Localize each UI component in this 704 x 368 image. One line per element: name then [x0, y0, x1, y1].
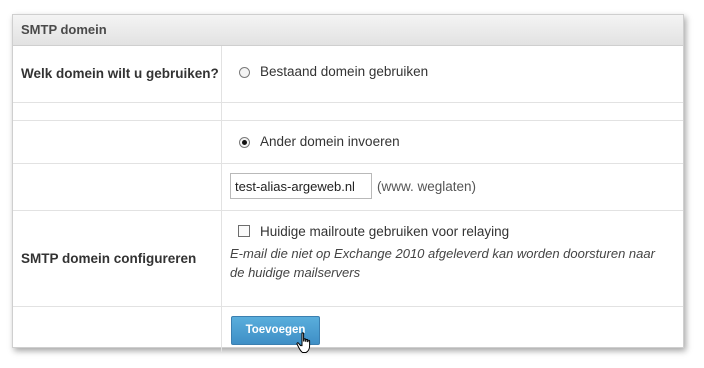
- hand-pointer-icon: [296, 332, 311, 353]
- domain-input-empty-label: [13, 164, 222, 210]
- existing-domain-label[interactable]: Bestaand domein gebruiken: [260, 64, 428, 79]
- existing-domain-radio[interactable]: [239, 67, 250, 78]
- domain-question-row: Welk domein wilt u gebruiken? Bestaand d…: [13, 46, 683, 103]
- other-domain-radio[interactable]: [239, 137, 250, 148]
- spacer-value: [230, 103, 677, 120]
- domain-input[interactable]: [230, 173, 372, 199]
- smtp-config-cell: Huidige mailroute gebruiken voor relayin…: [230, 211, 677, 306]
- relay-description: E-mail die niet op Exchange 2010 afgelev…: [230, 246, 655, 280]
- other-domain-label[interactable]: Ander domein invoeren: [260, 134, 400, 149]
- domain-input-hint: (www. weglaten): [377, 179, 477, 194]
- smtp-config-label: SMTP domein configureren: [13, 211, 222, 306]
- spacer-label: [13, 103, 222, 120]
- actions-empty-label: [13, 307, 222, 353]
- actions-row: Toevoegen: [13, 307, 683, 353]
- existing-domain-option: Bestaand domein gebruiken: [230, 46, 677, 102]
- other-domain-empty-label: [13, 121, 222, 163]
- relay-checkbox[interactable]: [238, 225, 250, 237]
- smtp-domain-panel: SMTP domein Welk domein wilt u gebruiken…: [12, 14, 684, 353]
- smtp-config-row: SMTP domein configureren Huidige mailrou…: [13, 211, 683, 307]
- panel-title: SMTP domein: [13, 15, 683, 46]
- domain-input-cell: (www. weglaten): [230, 164, 677, 210]
- other-domain-option: Ander domein invoeren: [230, 121, 677, 163]
- domain-question-label: Welk domein wilt u gebruiken?: [13, 46, 222, 102]
- domain-input-row: (www. weglaten): [13, 164, 683, 211]
- spacer-row: [13, 103, 683, 121]
- relay-checkbox-label[interactable]: Huidige mailroute gebruiken voor relayin…: [260, 224, 509, 239]
- other-domain-row: Ander domein invoeren: [13, 121, 683, 164]
